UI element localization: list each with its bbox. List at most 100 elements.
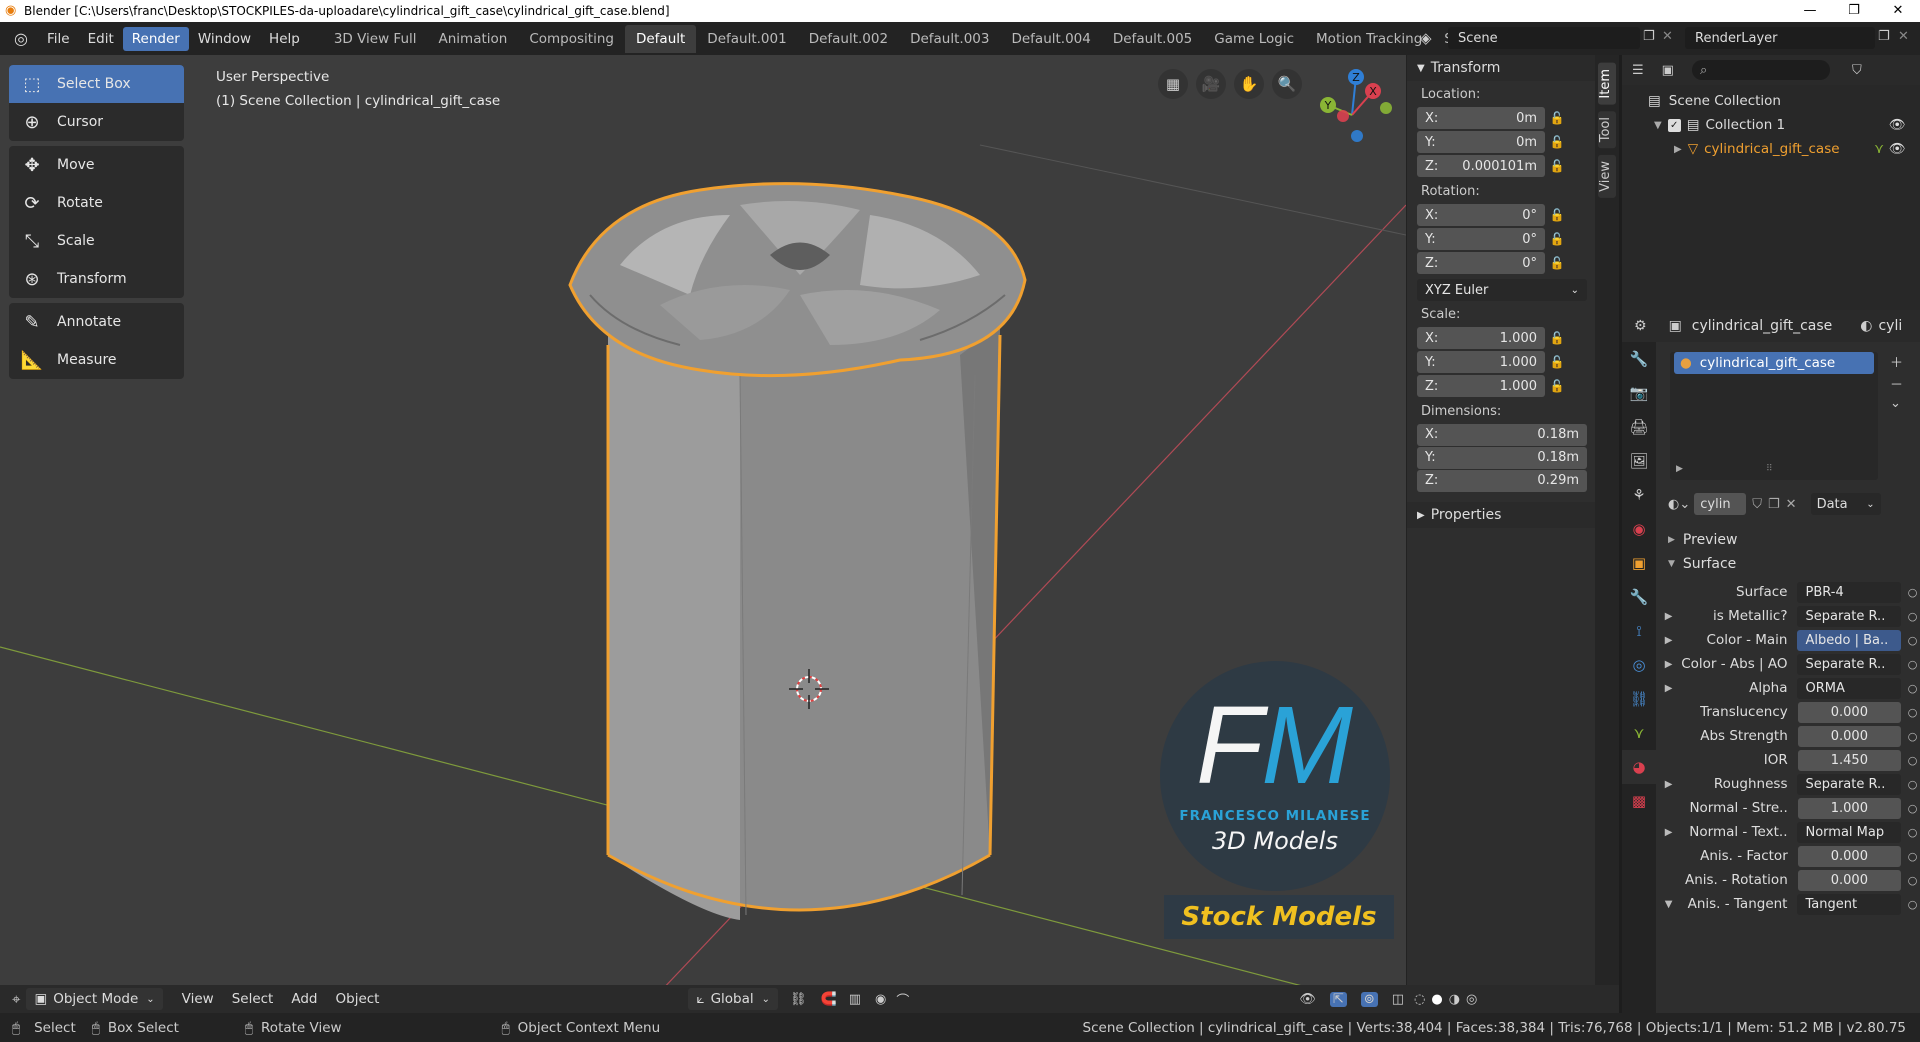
preview-section[interactable]: ▶ Preview	[1668, 528, 1920, 552]
outliner-scene-collection[interactable]: ▤ Scene Collection	[1622, 89, 1920, 113]
dimensions-y-field[interactable]: Y: 0.18m	[1417, 446, 1587, 469]
menu-help[interactable]: Help	[260, 27, 309, 51]
surface-section[interactable]: ▼ Surface	[1668, 552, 1920, 576]
socket-dot-icon[interactable]: ○	[1905, 658, 1920, 671]
rotation-z-field[interactable]: Z: 0°	[1417, 252, 1545, 274]
proportional-edit-icon[interactable]: ◉	[875, 992, 886, 1007]
expand-icon[interactable]: ▶	[1662, 635, 1675, 646]
scale-z-field[interactable]: Z: 1.000	[1417, 375, 1545, 397]
zoom-icon[interactable]: 🔍	[1272, 69, 1302, 99]
dimensions-x-field[interactable]: X: 0.18m	[1417, 423, 1587, 446]
particles-tab-icon[interactable]: ⟟	[1622, 614, 1656, 648]
socket-dot-icon[interactable]: ○	[1905, 874, 1920, 887]
gizmo-toggle-icon[interactable]: ⇱	[1329, 991, 1347, 1007]
tab-tool[interactable]: Tool	[1598, 111, 1616, 149]
output-tab-icon[interactable]: 🖨	[1622, 410, 1656, 444]
resize-handle-icon[interactable]: ⠿	[1766, 464, 1773, 474]
transform-panel-header[interactable]: ▼ Transform	[1407, 55, 1595, 81]
lock-icon[interactable]: 🔓	[1545, 331, 1569, 345]
editor-type-icon[interactable]: ⌖	[12, 990, 20, 1008]
tab-view[interactable]: View	[1598, 155, 1616, 198]
lock-icon[interactable]: 🔓	[1545, 208, 1569, 222]
object-tab-icon[interactable]: ▣	[1622, 546, 1656, 580]
maximize-icon[interactable]: ❐	[1832, 0, 1876, 22]
overlay-toggle-icon[interactable]: ⊚	[1360, 991, 1378, 1007]
tab-animation[interactable]: Animation	[428, 25, 519, 53]
snap-target-icon[interactable]: ▥	[849, 992, 861, 1007]
surface-row-value[interactable]: Tangent	[1797, 893, 1902, 915]
surface-row-value[interactable]: 0.000	[1797, 869, 1901, 891]
material-slot[interactable]: ● cylindrical_gift_case	[1674, 352, 1874, 374]
rotation-y-field[interactable]: Y: 0°	[1417, 228, 1545, 250]
remove-slot-icon[interactable]: －	[1890, 374, 1903, 393]
menu-object[interactable]: Object	[327, 988, 389, 1010]
lock-icon[interactable]: 🔓	[1545, 232, 1569, 246]
surface-row-value[interactable]: PBR-4	[1797, 581, 1902, 603]
delete-renderlayer-icon[interactable]: ✕	[1898, 29, 1909, 44]
pivot-icon[interactable]: ⛓	[790, 992, 807, 1007]
socket-dot-icon[interactable]: ○	[1905, 682, 1920, 695]
surface-row-value[interactable]: Normal Map	[1797, 821, 1902, 843]
socket-dot-icon[interactable]: ○	[1905, 610, 1920, 623]
material-shading-icon[interactable]: ◑	[1449, 992, 1460, 1007]
close-icon[interactable]: ✕	[1876, 0, 1920, 22]
location-y-field[interactable]: Y: 0m	[1417, 131, 1545, 153]
tab-default-001[interactable]: Default.001	[696, 25, 797, 53]
menu-window[interactable]: Window	[189, 27, 260, 51]
navigation-gizmo[interactable]: Z X Y	[1300, 63, 1400, 163]
surface-row-value[interactable]: 0.000	[1797, 725, 1901, 747]
surface-row-value[interactable]: 1.450	[1797, 749, 1901, 771]
filter-icon[interactable]: ⛉	[1852, 63, 1862, 78]
delete-scene-icon[interactable]: ✕	[1662, 29, 1673, 44]
new-renderlayer-icon[interactable]: ❐	[1878, 29, 1890, 44]
outliner-editor-icon[interactable]: ☰	[1632, 63, 1644, 78]
surface-row-value[interactable]: 0.000	[1797, 845, 1901, 867]
material-browse-icon[interactable]: ◐⌄	[1668, 497, 1690, 512]
new-scene-icon[interactable]: ❐	[1643, 29, 1655, 44]
tool-tab-icon[interactable]: 🔧	[1622, 342, 1656, 376]
checkbox-icon[interactable]: ✓	[1667, 118, 1681, 132]
eye-icon[interactable]: 👁	[1889, 117, 1906, 133]
visibility-icon[interactable]: 👁	[1299, 992, 1316, 1007]
scene-browse-icon[interactable]: ◈	[1420, 29, 1432, 47]
surface-row-value[interactable]: Separate R..	[1797, 653, 1902, 675]
surface-row-value[interactable]: Separate R..	[1797, 605, 1902, 627]
texture-tab-icon[interactable]: ▩	[1622, 784, 1656, 818]
link-dropdown[interactable]: Data ⌄	[1810, 493, 1881, 515]
lock-icon[interactable]: 🔓	[1545, 135, 1569, 149]
world-tab-icon[interactable]: ◉	[1622, 512, 1656, 546]
menu-file[interactable]: File	[38, 27, 79, 51]
socket-dot-icon[interactable]: ○	[1905, 802, 1920, 815]
blender-logo-icon[interactable]: ◎	[10, 28, 32, 50]
tool-cursor[interactable]: ⊕ Cursor	[9, 103, 184, 141]
lock-icon[interactable]: 🔓	[1545, 159, 1569, 173]
falloff-icon[interactable]: ⌒	[896, 990, 909, 1009]
socket-dot-icon[interactable]: ○	[1905, 730, 1920, 743]
tab-default-005[interactable]: Default.005	[1102, 25, 1203, 53]
outliner-object[interactable]: ▶ ▽ cylindrical_gift_case ⋎ 👁	[1622, 137, 1920, 161]
surface-row-value[interactable]: 0.000	[1797, 701, 1901, 723]
expand-icon[interactable]: ▶	[1662, 683, 1675, 694]
material-tab-icon[interactable]: ◕	[1622, 750, 1656, 784]
scene-tab-icon[interactable]: ⚘	[1622, 478, 1656, 512]
display-mode-icon[interactable]: ▣	[1662, 63, 1674, 78]
tab-default[interactable]: Default	[624, 24, 697, 53]
menu-edit[interactable]: Edit	[79, 27, 123, 51]
socket-dot-icon[interactable]: ○	[1905, 754, 1920, 767]
scale-y-field[interactable]: Y: 1.000	[1417, 351, 1545, 373]
grid-view-icon[interactable]: ▦	[1158, 69, 1188, 99]
constraints-tab-icon[interactable]: ⛓	[1622, 682, 1656, 716]
modifier-tab-icon[interactable]: 🔧	[1622, 580, 1656, 614]
surface-row-value[interactable]: 1.000	[1797, 797, 1901, 819]
tab-compositing[interactable]: Compositing	[518, 25, 625, 53]
socket-dot-icon[interactable]: ○	[1905, 850, 1920, 863]
menu-render[interactable]: Render	[122, 26, 189, 51]
slot-menu-icon[interactable]: ⌄	[1890, 396, 1901, 411]
properties-panel-header[interactable]: ▶ Properties	[1407, 502, 1595, 528]
lock-icon[interactable]: 🔓	[1545, 355, 1569, 369]
socket-dot-icon[interactable]: ○	[1905, 898, 1920, 911]
surface-row-value[interactable]: Separate R..	[1797, 773, 1902, 795]
data-tab-icon[interactable]: ⋎	[1622, 716, 1656, 750]
tab-default-002[interactable]: Default.002	[798, 25, 899, 53]
tool-scale[interactable]: ⤡ Scale	[9, 222, 184, 260]
